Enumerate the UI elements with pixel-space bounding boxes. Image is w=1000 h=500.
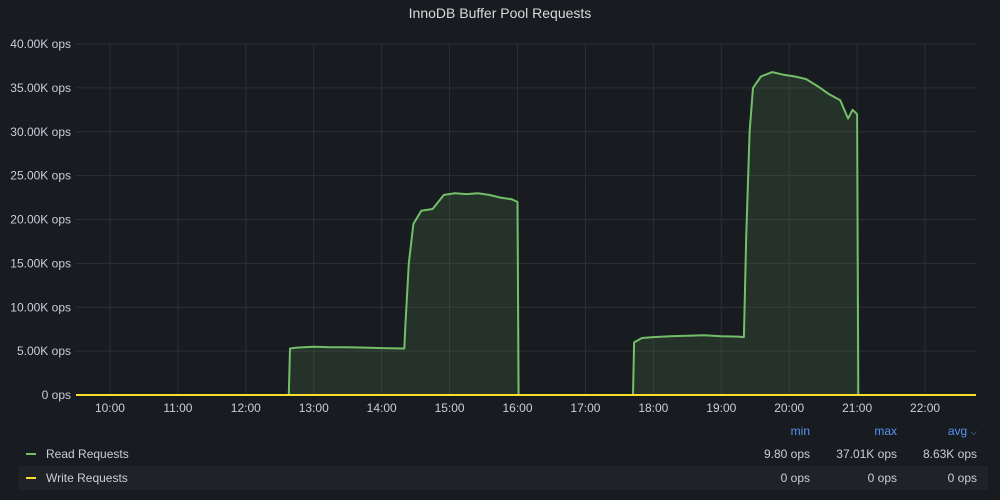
- legend-header-max[interactable]: max: [874, 424, 897, 438]
- legend-row-write-requests[interactable]: Write Requests 0 ops 0 ops 0 ops: [18, 466, 988, 490]
- x-axis-ticks: 10:00 11:00 12:00 13:00 14:00 15:00 16:00 17:00…: [95, 401, 940, 415]
- x-tick-label: 12:00: [231, 401, 261, 415]
- x-tick-label: 17:00: [570, 401, 600, 415]
- chart-series: [76, 71, 976, 396]
- legend-header-min[interactable]: min: [791, 424, 810, 438]
- y-tick-label: 35.00K ops: [10, 81, 71, 95]
- legend-table: min max avg ⌵ Read Requests 9.80 ops 37.0…: [18, 420, 988, 490]
- legend-value-avg: 8.63K ops: [922, 447, 977, 461]
- legend-value-max: 37.01K ops: [836, 447, 897, 461]
- chevron-down-icon: ⌵: [970, 427, 977, 437]
- legend-row-read-requests[interactable]: Read Requests 9.80 ops 37.01K ops 8.63K …: [18, 442, 988, 466]
- legend-value-min: 0 ops: [780, 471, 810, 485]
- x-tick-label: 10:00: [95, 401, 125, 415]
- x-tick-label: 21:00: [842, 401, 872, 415]
- x-tick-label: 19:00: [706, 401, 736, 415]
- legend-series-name[interactable]: Write Requests: [46, 471, 128, 485]
- legend-series-name[interactable]: Read Requests: [46, 447, 129, 461]
- legend-value-min: 9.80 ops: [763, 447, 810, 461]
- chart-plot-area[interactable]: 0 ops 5.00K ops 10.00K ops 15.00K ops 20.00K…: [0, 0, 1000, 420]
- y-tick-label: 5.00K ops: [17, 344, 71, 358]
- legend-value-max: 0 ops: [867, 471, 897, 485]
- legend-header-avg-label: avg: [947, 424, 968, 438]
- x-tick-label: 22:00: [910, 401, 940, 415]
- x-tick-label: 18:00: [638, 401, 668, 415]
- x-tick-label: 14:00: [367, 401, 397, 415]
- y-tick-label: 10.00K ops: [10, 300, 71, 314]
- x-tick-label: 13:00: [299, 401, 329, 415]
- series-color-swatch[interactable]: [26, 453, 36, 455]
- series-area-read-requests: [76, 72, 976, 395]
- y-axis-ticks: 0 ops 5.00K ops 10.00K ops 15.00K ops 20.00K…: [10, 37, 71, 402]
- y-tick-label: 40.00K ops: [10, 37, 71, 51]
- y-tick-label: 15.00K ops: [10, 256, 71, 270]
- x-tick-label: 15:00: [435, 401, 465, 415]
- legend-header-avg[interactable]: avg ⌵: [948, 424, 977, 438]
- x-tick-label: 20:00: [774, 401, 804, 415]
- legend-value-avg: 0 ops: [947, 471, 977, 485]
- x-tick-label: 16:00: [502, 401, 532, 415]
- y-tick-label: 30.00K ops: [10, 125, 71, 139]
- series-color-swatch[interactable]: [26, 477, 36, 479]
- y-tick-label: 25.00K ops: [10, 169, 71, 183]
- x-tick-label: 11:00: [163, 401, 192, 415]
- legend-header: min max avg ⌵: [18, 420, 988, 442]
- y-tick-label: 0 ops: [42, 388, 71, 402]
- y-tick-label: 20.00K ops: [10, 213, 71, 227]
